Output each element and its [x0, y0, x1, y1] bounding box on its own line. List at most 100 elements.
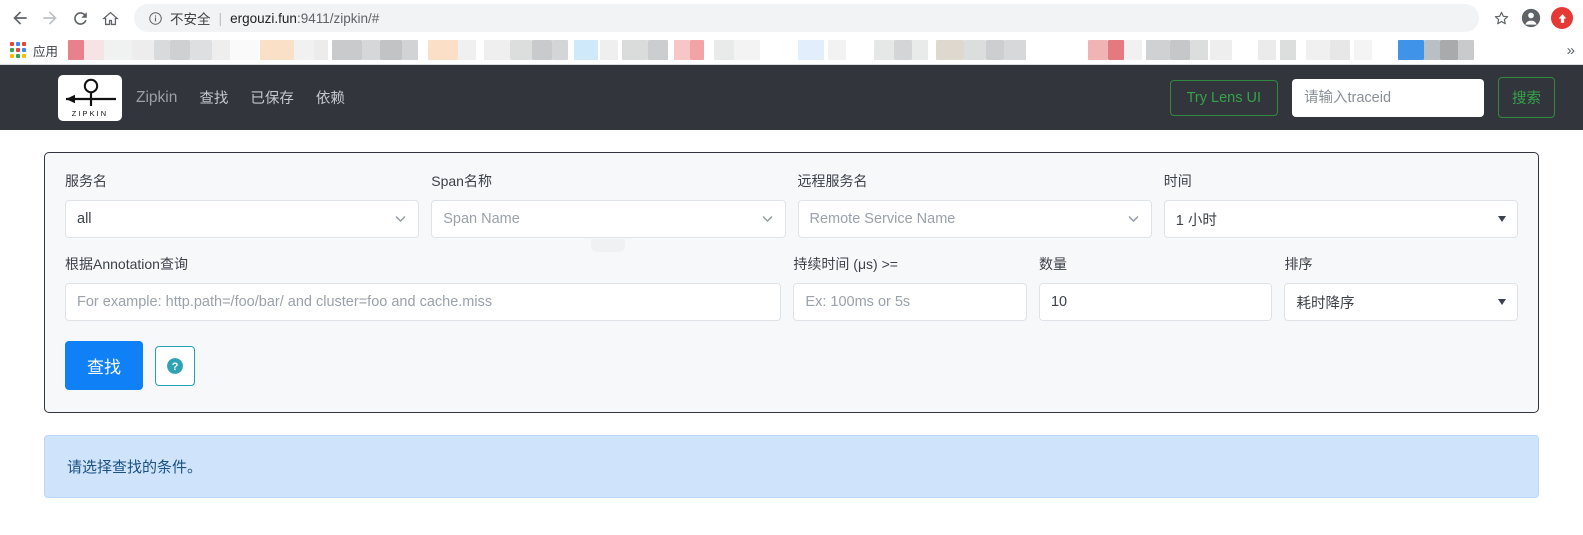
reload-button[interactable]	[66, 4, 94, 32]
bookmark-item[interactable]	[874, 39, 895, 60]
bookmark-item[interactable]	[428, 39, 459, 60]
bookmark-item[interactable]	[362, 39, 381, 60]
service-name-select[interactable]: all	[65, 200, 420, 238]
bookmark-item[interactable]	[380, 39, 403, 60]
bookmark-item[interactable]	[552, 39, 569, 60]
try-lens-ui-button[interactable]: Try Lens UI	[1169, 79, 1278, 116]
update-button[interactable]	[1551, 7, 1573, 29]
bookmark-item[interactable]	[600, 39, 619, 60]
zipkin-logo-icon[interactable]: ZIPKIN	[58, 74, 122, 121]
bookmark-item[interactable]	[1190, 39, 1209, 60]
bookmark-item[interactable]	[912, 39, 929, 60]
arrow-right-icon	[43, 11, 57, 25]
bookmark-item[interactable]	[68, 39, 85, 60]
bookmark-item[interactable]	[1424, 39, 1441, 60]
bookmark-item[interactable]	[798, 39, 825, 60]
bookmark-items-strip[interactable]	[68, 36, 1559, 64]
bookmark-item[interactable]	[734, 39, 761, 60]
bookmark-item[interactable]	[132, 39, 155, 60]
bookmarks-overflow-button[interactable]: »	[1559, 42, 1583, 59]
help-button[interactable]: ?	[155, 345, 195, 386]
bookmark-item[interactable]	[1440, 39, 1459, 60]
bookmark-item[interactable]	[1108, 39, 1125, 60]
info-alert: 请选择查找的条件。	[44, 435, 1539, 498]
bookmark-item[interactable]	[484, 39, 511, 60]
bookmark-item[interactable]	[964, 39, 987, 60]
bookmark-item[interactable]	[574, 39, 599, 60]
label-sort-order: 排序	[1284, 256, 1313, 272]
bookmark-item[interactable]	[154, 39, 171, 60]
bookmark-item[interactable]	[170, 39, 191, 60]
security-status-label: 不安全	[170, 12, 211, 27]
apps-grid-icon[interactable]	[10, 42, 26, 58]
bookmark-item[interactable]	[458, 39, 477, 60]
bookmark-item[interactable]	[84, 39, 105, 60]
label-annotation-query: 根据Annotation查询	[65, 256, 188, 272]
field-time-range: 时间 1 小时	[1163, 171, 1518, 238]
bookmark-item[interactable]	[1124, 39, 1143, 60]
bookmark-item[interactable]	[294, 39, 315, 60]
bookmark-item[interactable]	[622, 39, 649, 60]
bookmark-item[interactable]	[532, 39, 553, 60]
bookmark-item[interactable]	[828, 39, 847, 60]
bookmark-item[interactable]	[714, 39, 735, 60]
bookmark-item[interactable]	[402, 39, 419, 60]
bookmark-item[interactable]	[332, 39, 363, 60]
zipkin-header-actions: Try Lens UI 搜索	[1169, 77, 1555, 118]
bookmark-item[interactable]	[212, 39, 231, 60]
sort-order-select[interactable]: 耗时降序	[1284, 283, 1519, 321]
bookmark-item[interactable]	[1354, 39, 1373, 60]
duration-input[interactable]: Ex: 100ms or 5s	[793, 283, 1027, 321]
bookmark-item[interactable]	[894, 39, 913, 60]
bookmark-item[interactable]	[1088, 39, 1109, 60]
bookmark-item[interactable]	[230, 39, 259, 60]
bookmark-item[interactable]	[690, 39, 705, 60]
omnibox-separator: |	[218, 10, 223, 26]
bookmark-item[interactable]	[648, 39, 669, 60]
bookmark-item[interactable]	[1004, 39, 1027, 60]
traceid-search-input[interactable]	[1292, 78, 1484, 117]
bookmark-item[interactable]	[936, 39, 965, 60]
time-range-select[interactable]: 1 小时	[1163, 200, 1518, 238]
bookmark-item[interactable]	[1458, 39, 1475, 60]
star-icon	[1494, 11, 1508, 24]
bookmark-item[interactable]	[1146, 39, 1171, 60]
bookmark-item[interactable]	[314, 39, 329, 60]
bookmark-item[interactable]	[104, 39, 133, 60]
bookmark-item[interactable]	[1330, 39, 1351, 60]
bookmark-item[interactable]	[260, 39, 295, 60]
find-button[interactable]: 查找	[65, 341, 143, 390]
bookmark-item[interactable]	[510, 39, 533, 60]
nav-item-dependencies[interactable]: 依赖	[316, 87, 345, 108]
search-form-card: 服务名 all Span名称 Span Name 远程服务名 Remote Se…	[44, 152, 1539, 413]
bookmark-item[interactable]	[1306, 39, 1331, 60]
limit-input[interactable]: 10	[1038, 283, 1273, 321]
bookmark-item[interactable]	[1210, 39, 1233, 60]
bookmark-item[interactable]	[190, 39, 213, 60]
span-name-select[interactable]: Span Name	[431, 200, 786, 252]
bookmark-item[interactable]	[1280, 39, 1297, 60]
svg-text:?: ?	[172, 360, 179, 372]
nav-item-saved[interactable]: 已保存	[250, 87, 294, 108]
home-button[interactable]	[96, 4, 124, 32]
bookmark-item[interactable]	[1258, 39, 1277, 60]
nav-item-find[interactable]: 查找	[199, 87, 228, 108]
bookmark-item[interactable]	[674, 39, 691, 60]
profile-button[interactable]	[1517, 4, 1545, 32]
field-sort-order: 排序 耗时降序	[1284, 254, 1519, 321]
traceid-search-button[interactable]: 搜索	[1498, 77, 1555, 118]
bookmark-item[interactable]	[986, 39, 1005, 60]
remote-service-name-select[interactable]: Remote Service Name	[797, 200, 1152, 238]
span-name-value: Span Name	[443, 211, 520, 227]
annotation-query-input[interactable]: For example: http.path=/foo/bar/ and clu…	[65, 283, 782, 321]
address-bar[interactable]: 不安全 | ergouzi.fun:9411/zipkin/#	[134, 4, 1479, 32]
forward-button[interactable]	[36, 4, 64, 32]
back-button[interactable]	[6, 4, 34, 32]
bookmark-star-button[interactable]	[1487, 4, 1515, 32]
bookmark-item[interactable]	[1398, 39, 1425, 60]
field-annotation-query: 根据Annotation查询 For example: http.path=/f…	[65, 254, 782, 321]
home-icon	[101, 11, 119, 25]
field-limit: 数量 10	[1038, 254, 1273, 321]
bookmark-item[interactable]	[1170, 39, 1191, 60]
apps-label[interactable]: 应用	[33, 41, 58, 60]
